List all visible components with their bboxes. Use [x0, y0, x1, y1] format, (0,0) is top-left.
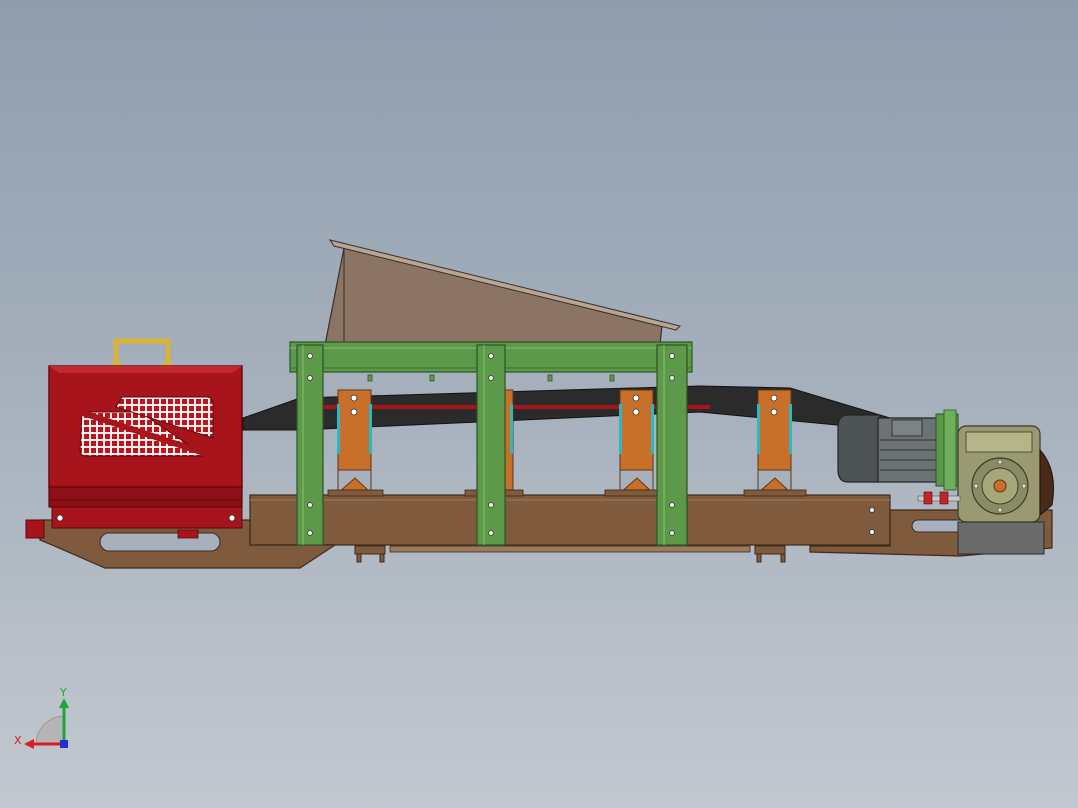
guard-handle[interactable] — [113, 338, 171, 372]
triad-x-label: X — [14, 734, 22, 747]
conveyor-assembly-model[interactable] — [0, 0, 1078, 808]
cad-viewport[interactable]: Y X — [0, 0, 1078, 808]
tension-screw — [917, 491, 961, 505]
main-beam — [249, 494, 891, 546]
guard-end-cap — [25, 519, 45, 539]
motor-fan-cover — [837, 414, 881, 483]
coordinate-triad: Y X — [14, 686, 69, 749]
left-base-slot — [99, 532, 221, 552]
triad-z-axis — [60, 740, 68, 748]
triad-arc — [35, 715, 65, 745]
drive-motor[interactable] — [837, 409, 959, 491]
guard-foot-plate — [51, 506, 243, 529]
lower-rail — [389, 545, 751, 553]
motor-terminal-box — [891, 419, 923, 437]
gearbox-output-shaft — [993, 479, 1007, 493]
triad-y-label: Y — [59, 686, 67, 699]
hopper-chute[interactable] — [324, 239, 681, 346]
hopper-side-panel — [324, 247, 663, 346]
guard-base — [48, 486, 243, 508]
coupling-disc — [1039, 448, 1054, 517]
drive-guard-box[interactable] — [25, 338, 243, 539]
gearbox-base — [957, 521, 1045, 555]
